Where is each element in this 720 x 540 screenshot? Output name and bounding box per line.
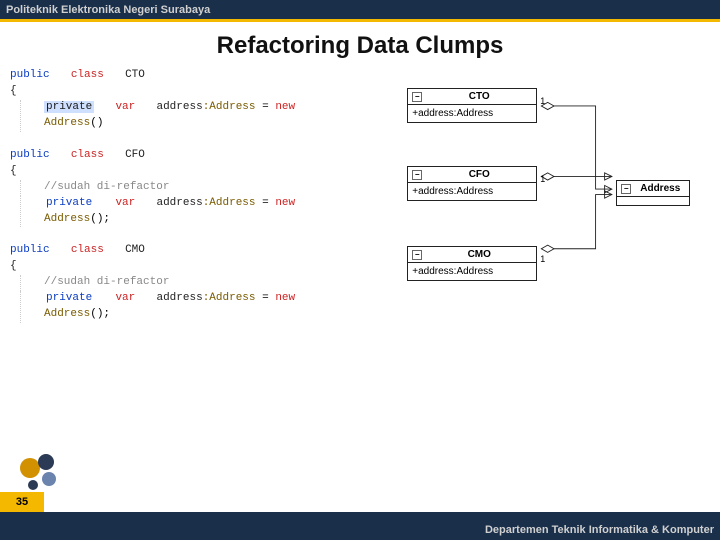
- ctor-call: Address: [44, 308, 90, 320]
- uml-class-name: CMO: [426, 249, 532, 260]
- code-column: public class CTO { private var address:A…: [10, 68, 372, 339]
- field-ident: address: [156, 292, 202, 304]
- brace-open: {: [10, 84, 372, 100]
- eq: =: [256, 292, 276, 304]
- keyword-var: var: [115, 197, 135, 209]
- content-area: public class CTO { private var address:A…: [0, 68, 720, 339]
- keyword-var: var: [115, 292, 135, 304]
- brace-open: {: [10, 259, 372, 275]
- parens: (): [90, 117, 103, 129]
- multiplicity: 1: [540, 174, 545, 184]
- collapse-icon[interactable]: −: [621, 184, 631, 194]
- keyword-public: public: [10, 244, 50, 256]
- eq: =: [256, 101, 276, 113]
- brace-open: {: [10, 164, 372, 180]
- header-bar: Politeknik Elektronika Negeri Surabaya: [0, 0, 720, 22]
- code-line: private var address:Address = new Addres…: [10, 100, 372, 132]
- uml-class-cto: − CTO +address:Address: [407, 88, 537, 123]
- uml-class-name: CFO: [426, 169, 532, 180]
- comment: //sudah di-refactor: [44, 181, 169, 193]
- field-type: Address: [209, 101, 255, 113]
- parens-semi: ();: [90, 213, 110, 225]
- ctor-call: Address: [44, 213, 90, 225]
- uml-attr: +address:Address: [408, 183, 536, 200]
- code-line: //sudah di-refactor: [10, 275, 372, 291]
- collapse-icon[interactable]: −: [412, 92, 422, 102]
- field-ident: address: [156, 197, 202, 209]
- class-name-cto: CTO: [125, 69, 145, 81]
- uml-class-cmo: − CMO +address:Address: [407, 246, 537, 281]
- multiplicity: 1: [540, 254, 545, 264]
- code-line: private var address:Address = new Addres…: [10, 291, 372, 323]
- collapse-icon[interactable]: −: [412, 250, 422, 260]
- field-type: Address: [209, 197, 255, 209]
- code-line: private var address:Address = new Addres…: [10, 196, 372, 228]
- eq: =: [256, 197, 276, 209]
- class-name-cmo: CMO: [125, 244, 145, 256]
- code-line: public class CFO: [10, 148, 372, 164]
- uml-attr: +address:Address: [408, 105, 536, 122]
- field-type: Address: [209, 292, 255, 304]
- code-line: public class CMO: [10, 243, 372, 259]
- code-block-cto: public class CTO { private var address:A…: [10, 68, 372, 132]
- keyword-private: private: [44, 197, 94, 209]
- keyword-private: private: [44, 292, 94, 304]
- class-name-cfo: CFO: [125, 149, 145, 161]
- keyword-new: new: [275, 197, 295, 209]
- parens-semi: ();: [90, 308, 110, 320]
- footer-bar: Departemen Teknik Informatika & Komputer: [0, 512, 720, 540]
- keyword-var: var: [115, 101, 135, 113]
- code-line: //sudah di-refactor: [10, 180, 372, 196]
- code-block-cmo: public class CMO { //sudah di-refactor p…: [10, 243, 372, 323]
- keyword-private: private: [44, 101, 94, 113]
- collapse-icon[interactable]: −: [412, 170, 422, 180]
- uml-attr: +address:Address: [408, 263, 536, 280]
- keyword-class: class: [71, 244, 104, 256]
- uml-column: − CTO +address:Address 1 − CFO +address:…: [382, 68, 710, 339]
- uml-class-name: CTO: [426, 91, 532, 102]
- dept-name: Departemen Teknik Informatika & Komputer: [485, 524, 714, 536]
- ctor-call: Address: [44, 117, 90, 129]
- keyword-class: class: [71, 149, 104, 161]
- code-line: public class CTO: [10, 68, 372, 84]
- slide-title: Refactoring Data Clumps: [0, 32, 720, 60]
- org-name: Politeknik Elektronika Negeri Surabaya: [6, 4, 210, 16]
- multiplicity: 1: [540, 96, 545, 106]
- uml-class-address: − Address: [616, 180, 690, 206]
- page-number: 35: [0, 492, 44, 512]
- keyword-class: class: [71, 69, 104, 81]
- keyword-public: public: [10, 69, 50, 81]
- uml-class-name: Address: [635, 183, 685, 194]
- field-ident: address: [156, 101, 202, 113]
- uml-class-cfo: − CFO +address:Address: [407, 166, 537, 201]
- keyword-new: new: [275, 292, 295, 304]
- comment: //sudah di-refactor: [44, 276, 169, 288]
- keyword-public: public: [10, 149, 50, 161]
- code-block-cfo: public class CFO { //sudah di-refactor p…: [10, 148, 372, 228]
- keyword-new: new: [275, 101, 295, 113]
